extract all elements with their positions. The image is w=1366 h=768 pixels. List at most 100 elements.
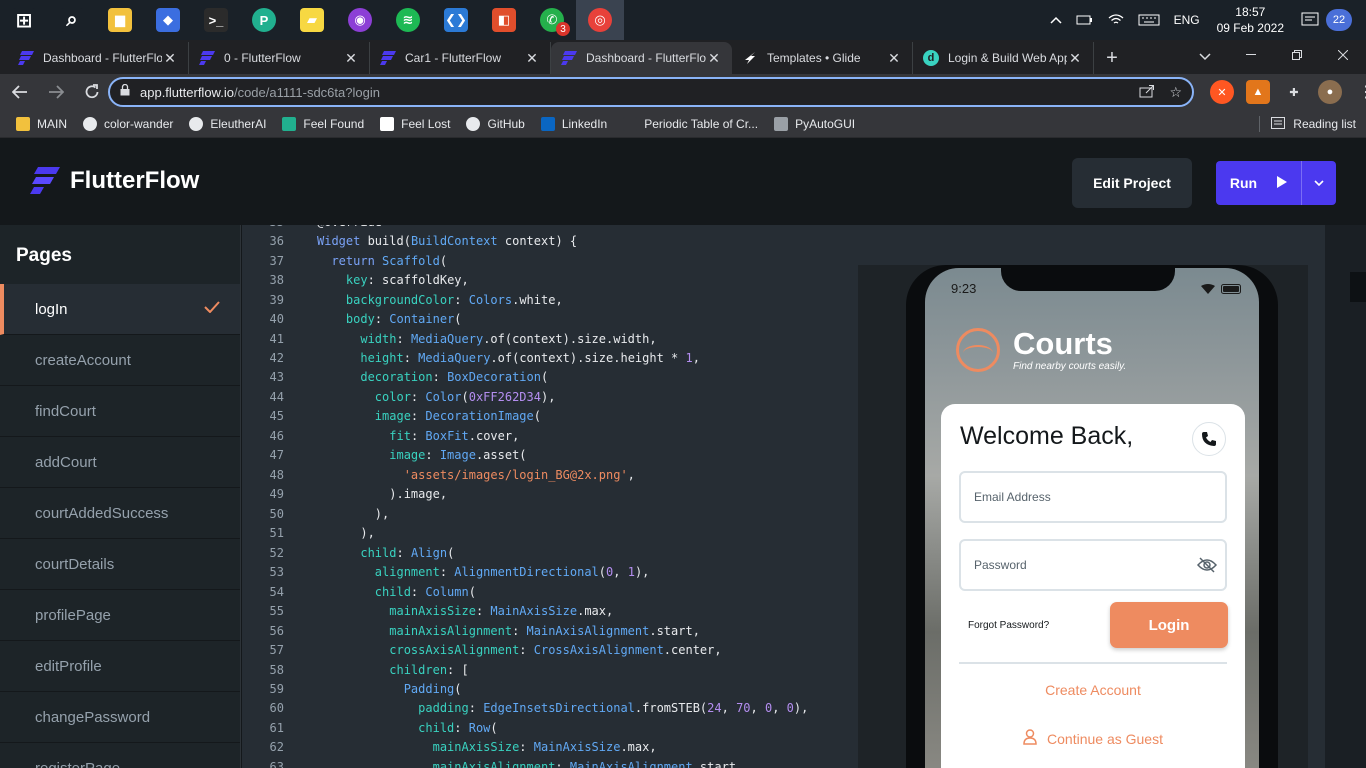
create-account-link[interactable]: Create Account <box>941 682 1245 698</box>
right-panel-tab[interactable] <box>1350 272 1366 302</box>
keyboard-icon[interactable] <box>1138 14 1160 26</box>
page-item-profilePage[interactable]: profilePage <box>0 590 240 641</box>
login-button[interactable]: Login <box>1110 602 1228 648</box>
close-window-icon[interactable] <box>1320 40 1366 70</box>
page-item-addCourt[interactable]: addCourt <box>0 437 240 488</box>
search-taskbar-button[interactable]: ⌕ <box>48 0 96 40</box>
code-line[interactable]: 62 mainAxisSize: MainAxisSize.max, <box>242 738 808 757</box>
bookmark-item[interactable]: EleutherAI <box>189 116 266 131</box>
back-icon[interactable] <box>4 76 36 108</box>
flutterflow-logo[interactable]: FlutterFlow <box>30 167 199 195</box>
page-item-courtAddedSuccess[interactable]: courtAddedSuccess <box>0 488 240 539</box>
code-line[interactable]: 53 alignment: AlignmentDirectional(0, 1)… <box>242 562 808 581</box>
browser-tab[interactable]: Dashboard - FlutterFlow ✕ <box>8 42 189 74</box>
chrome-taskbar-button[interactable]: ◎ <box>576 0 624 40</box>
terminal-taskbar-button[interactable]: >_ <box>192 0 240 40</box>
git-taskbar-button[interactable]: ◆ <box>144 0 192 40</box>
bookmark-item[interactable]: Feel Found <box>282 116 364 131</box>
page-item-createAccount[interactable]: createAccount <box>0 335 240 386</box>
code-line[interactable]: 46 fit: BoxFit.cover, <box>242 426 808 445</box>
browser-tab[interactable]: Templates • Glide ✕ <box>732 42 913 74</box>
tab-search-icon[interactable] <box>1192 44 1218 70</box>
code-line[interactable]: 51 ), <box>242 524 808 543</box>
bookmark-item[interactable]: Feel Lost <box>380 116 450 131</box>
podcasts-taskbar-button[interactable]: ◉ <box>336 0 384 40</box>
code-line[interactable]: 60 padding: EdgeInsetsDirectional.fromST… <box>242 699 809 718</box>
code-line[interactable]: 54 child: Column( <box>242 582 808 601</box>
code-line[interactable]: 63 mainAxisAlignment: MainAxisAlignment.… <box>242 757 808 768</box>
close-tab-icon[interactable]: ✕ <box>162 50 178 67</box>
forgot-password-link[interactable]: Forgot Password? <box>968 620 1049 631</box>
close-tab-icon[interactable]: ✕ <box>343 50 359 67</box>
chevron-up-icon[interactable] <box>1050 16 1062 24</box>
code-line[interactable]: 44 color: Color(0xFF262D34), <box>242 387 808 406</box>
share-icon[interactable] <box>1139 84 1155 101</box>
forward-icon[interactable] <box>40 76 72 108</box>
bookmark-item[interactable]: GitHub <box>466 116 525 131</box>
profile-avatar[interactable]: ● <box>1318 80 1342 104</box>
run-dropdown-chevron-icon[interactable] <box>1302 161 1336 205</box>
code-line[interactable]: 41 width: MediaQuery.of(context).size.wi… <box>242 329 808 348</box>
reading-list-button[interactable]: Reading list <box>1259 110 1356 138</box>
notification-icon[interactable] <box>1301 12 1319 28</box>
code-line[interactable]: 52 child: Align( <box>242 543 808 562</box>
clock[interactable]: 18:57 09 Feb 2022 <box>1217 4 1284 36</box>
code-line[interactable]: 42 height: MediaQuery.of(context).size.h… <box>242 348 808 367</box>
address-bar[interactable]: app.flutterflow.io/code/a1111-sdc6ta?log… <box>108 77 1194 107</box>
code-line[interactable]: 47 image: Image.asset( <box>242 446 808 465</box>
page-item-changePassword[interactable]: changePassword <box>0 692 240 743</box>
code-line[interactable]: 56 mainAxisAlignment: MainAxisAlignment.… <box>242 621 808 640</box>
close-tab-icon[interactable]: ✕ <box>886 50 902 67</box>
code-line[interactable]: 59 Padding( <box>242 679 808 698</box>
lock-icon[interactable] <box>120 83 130 101</box>
phone-icon[interactable] <box>1192 422 1226 456</box>
browser-tab[interactable]: Car1 - FlutterFlow ✕ <box>370 42 551 74</box>
new-tab-button[interactable]: + <box>1094 42 1130 74</box>
code-line[interactable]: 48 'assets/images/login_BG@2x.png', <box>242 465 808 484</box>
code-line[interactable]: 58 children: [ <box>242 660 808 679</box>
browser-tab[interactable]: 0 - FlutterFlow ✕ <box>189 42 370 74</box>
bookmark-item[interactable]: PyAutoGUI <box>774 116 855 131</box>
code-line[interactable]: 50 ), <box>242 504 808 523</box>
menu-kebab-icon[interactable]: ⋮ <box>1354 80 1366 104</box>
code-line[interactable]: 39 backgroundColor: Colors.white, <box>242 290 808 309</box>
code-line[interactable]: 49 ).image, <box>242 485 808 504</box>
page-item-registerPage[interactable]: registerPage <box>0 743 240 768</box>
spotify-taskbar-button[interactable]: ≋ <box>384 0 432 40</box>
notification-badge[interactable]: 22 <box>1326 9 1352 31</box>
email-field[interactable]: Email Address <box>959 471 1227 523</box>
run-main[interactable]: Run <box>1216 161 1302 205</box>
page-item-courtDetails[interactable]: courtDetails <box>0 539 240 590</box>
bookmark-item[interactable]: MAIN <box>16 116 67 131</box>
run-button[interactable]: Run <box>1216 161 1336 205</box>
battery-icon[interactable] <box>1076 14 1094 26</box>
visibility-off-icon[interactable] <box>1196 557 1218 576</box>
page-item-findCourt[interactable]: findCourt <box>0 386 240 437</box>
bookmark-item[interactable]: Periodic Table of Cr... <box>623 116 758 131</box>
start-taskbar-button[interactable]: ⊞ <box>0 0 48 40</box>
code-line[interactable]: 57 crossAxisAlignment: CrossAxisAlignmen… <box>242 640 808 659</box>
vscode-taskbar-button[interactable]: ❮❯ <box>432 0 480 40</box>
code-line[interactable]: 36 Widget build(BuildContext context) { <box>242 231 808 250</box>
sticky-notes-taskbar-button[interactable]: ▰ <box>288 0 336 40</box>
reload-icon[interactable] <box>76 76 108 108</box>
page-item-logIn[interactable]: logIn <box>0 284 240 335</box>
url-text[interactable]: app.flutterflow.io/code/a1111-sdc6ta?log… <box>140 85 1125 100</box>
browser-tab[interactable]: d Login & Build Web Apps ✕ <box>913 42 1094 74</box>
metamask-icon[interactable]: ▲ <box>1246 80 1270 104</box>
code-line[interactable]: 40 body: Container( <box>242 309 808 328</box>
language-indicator[interactable]: ENG <box>1174 13 1200 27</box>
continue-as-guest-button[interactable]: Continue as Guest <box>941 729 1245 748</box>
file-explorer-taskbar-button[interactable]: ▆ <box>96 0 144 40</box>
edit-project-button[interactable]: Edit Project <box>1072 158 1192 208</box>
code-line[interactable]: 45 image: DecorationImage( <box>242 407 808 426</box>
whatsapp-taskbar-button[interactable]: ✆ 3 <box>528 0 576 40</box>
office-taskbar-button[interactable]: ◧ <box>480 0 528 40</box>
code-line[interactable]: 55 mainAxisSize: MainAxisSize.max, <box>242 601 808 620</box>
page-item-editProfile[interactable]: editProfile <box>0 641 240 692</box>
pycharm-taskbar-button[interactable]: P <box>240 0 288 40</box>
minimize-icon[interactable] <box>1228 40 1274 70</box>
code-line[interactable]: 38 key: scaffoldKey, <box>242 270 808 289</box>
close-tab-icon[interactable]: ✕ <box>706 50 722 67</box>
extension-orange-icon[interactable]: ✕ <box>1210 80 1234 104</box>
